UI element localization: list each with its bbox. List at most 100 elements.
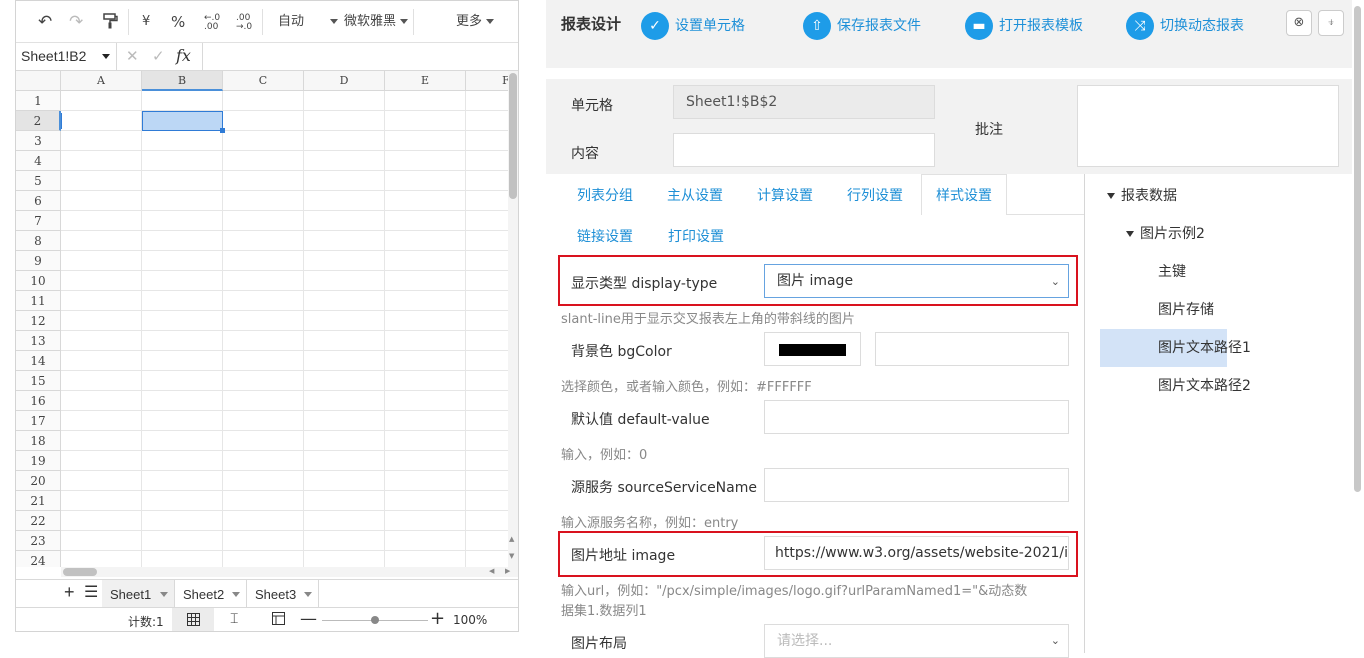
normal-view-button[interactable] <box>172 608 214 631</box>
row-header-20[interactable]: 20 <box>16 471 61 491</box>
row-header-16[interactable]: 16 <box>16 391 61 411</box>
vertical-scrollbar[interactable]: ▲ ▼ <box>508 71 518 567</box>
sheet-tab-sheet3[interactable]: Sheet3 <box>247 580 319 607</box>
default-value-field[interactable] <box>764 400 1069 434</box>
format-painter-icon[interactable] <box>102 13 118 31</box>
row-header-11[interactable]: 11 <box>16 291 61 311</box>
pin-icon[interactable]: ⍖ <box>1318 10 1344 36</box>
content-field[interactable] <box>673 133 935 167</box>
tab-calculation[interactable]: 计算设置 <box>757 175 813 215</box>
scroll-up-icon[interactable]: ▲ <box>509 535 514 543</box>
tree-node-dataset[interactable]: 图片示例2 <box>1126 215 1205 253</box>
comment-field[interactable] <box>1077 85 1339 167</box>
zoom-in-icon[interactable]: + <box>430 608 445 629</box>
page-break-view-icon[interactable]: ⌶ <box>230 611 238 627</box>
tab-row-column[interactable]: 行列设置 <box>847 175 903 215</box>
sheet-tab-sheet2[interactable]: Sheet2 <box>175 580 247 607</box>
column-header-a[interactable]: A <box>61 71 142 91</box>
row-header-4[interactable]: 4 <box>16 151 61 171</box>
tree-leaf[interactable]: 图片文本路径2 <box>1100 367 1251 405</box>
confirm-formula-icon[interactable]: ✓ <box>152 47 165 65</box>
chevron-down-icon[interactable] <box>232 592 240 597</box>
column-header-c[interactable]: C <box>223 71 304 91</box>
tree-leaf[interactable]: 图片文本路径1 <box>1100 329 1251 367</box>
name-box[interactable]: Sheet1!B2 <box>16 43 117 70</box>
zoom-out-icon[interactable]: — <box>300 609 317 629</box>
horizontal-scroll-thumb[interactable] <box>63 568 97 576</box>
column-header-f[interactable]: F <box>466 71 508 91</box>
row-header-7[interactable]: 7 <box>16 211 61 231</box>
tab-master-detail[interactable]: 主从设置 <box>667 175 723 215</box>
row-header-10[interactable]: 10 <box>16 271 61 291</box>
horizontal-scrollbar[interactable]: ◀ ▶ <box>61 567 518 577</box>
row-header-19[interactable]: 19 <box>16 451 61 471</box>
bgcolor-text-field[interactable] <box>875 332 1069 366</box>
zoom-slider-thumb[interactable] <box>371 616 379 624</box>
tree-node-root[interactable]: 报表数据 <box>1107 177 1177 215</box>
row-header-13[interactable]: 13 <box>16 331 61 351</box>
row-header-12[interactable]: 12 <box>16 311 61 331</box>
row-header-5[interactable]: 5 <box>16 171 61 191</box>
row-header-3[interactable]: 3 <box>16 131 61 151</box>
image-url-field[interactable]: https://www.w3.org/assets/website-2021/i <box>764 536 1069 570</box>
row-header-17[interactable]: 17 <box>16 411 61 431</box>
chevron-down-icon[interactable] <box>304 592 312 597</box>
tab-style[interactable]: 样式设置 <box>921 174 1007 215</box>
scroll-right-icon[interactable]: ▶ <box>505 567 510 575</box>
scroll-down-icon[interactable]: ▼ <box>509 552 514 560</box>
row-header-1[interactable]: 1 <box>16 91 61 111</box>
row-header-22[interactable]: 22 <box>16 511 61 531</box>
decrease-decimal-button[interactable]: .00 →.0 <box>236 14 252 32</box>
sheet-list-icon[interactable]: ☰ <box>84 582 98 602</box>
row-header-23[interactable]: 23 <box>16 531 61 551</box>
tree-leaf[interactable]: 图片存储 <box>1100 291 1227 329</box>
close-circle-icon[interactable]: ⊗ <box>1286 10 1312 36</box>
switch-dynamic-button[interactable]: ⤨ 切换动态报表 <box>1126 11 1244 41</box>
source-service-field[interactable] <box>764 468 1069 502</box>
display-type-select[interactable]: 图片 image ⌄ <box>764 264 1069 298</box>
tab-list-group[interactable]: 列表分组 <box>577 175 633 215</box>
number-format-select[interactable]: 自动 <box>278 13 339 31</box>
page-layout-view-icon[interactable] <box>272 612 285 628</box>
scroll-left-icon[interactable]: ◀ <box>489 567 494 575</box>
open-template-button[interactable]: ▬ 打开报表模板 <box>965 11 1083 41</box>
row-header-8[interactable]: 8 <box>16 231 61 251</box>
column-header-d[interactable]: D <box>304 71 385 91</box>
row-header-6[interactable]: 6 <box>16 191 61 211</box>
selected-cell[interactable] <box>142 111 223 131</box>
font-name-select[interactable]: 微软雅黑 <box>344 13 409 31</box>
fill-handle[interactable] <box>220 128 225 133</box>
undo-icon[interactable]: ↶ <box>38 13 52 31</box>
row-header-21[interactable]: 21 <box>16 491 61 511</box>
sheet-tab-sheet1[interactable]: Sheet1 <box>102 580 175 607</box>
more-button[interactable]: 更多 <box>456 13 495 31</box>
designer-scrollbar[interactable] <box>1352 0 1364 653</box>
cell-grid[interactable]: ABCDEF1234567891011121314151617181920212… <box>16 71 508 567</box>
row-header-18[interactable]: 18 <box>16 431 61 451</box>
vertical-scroll-thumb[interactable] <box>509 73 517 199</box>
cancel-formula-icon[interactable]: ✕ <box>126 47 139 65</box>
row-header-24[interactable]: 24 <box>16 551 61 567</box>
tab-print[interactable]: 打印设置 <box>668 216 724 256</box>
add-sheet-icon[interactable]: + <box>64 582 75 603</box>
save-report-button[interactable]: ⇧ 保存报表文件 <box>803 11 921 41</box>
column-header-b[interactable]: B <box>142 71 223 91</box>
currency-button[interactable]: ¥ <box>142 13 150 31</box>
row-header-15[interactable]: 15 <box>16 371 61 391</box>
percent-button[interactable]: % <box>171 13 185 31</box>
increase-decimal-button[interactable]: ←.0.00 <box>204 14 220 32</box>
fx-icon[interactable]: fx <box>176 46 191 65</box>
row-header-9[interactable]: 9 <box>16 251 61 271</box>
set-cell-button[interactable]: ✓ 设置单元格 <box>641 11 745 41</box>
tab-link[interactable]: 链接设置 <box>577 216 633 256</box>
row-header-14[interactable]: 14 <box>16 351 61 371</box>
redo-icon[interactable]: ↷ <box>69 13 83 31</box>
column-header-e[interactable]: E <box>385 71 466 91</box>
zoom-slider[interactable] <box>322 616 428 624</box>
designer-scroll-thumb[interactable] <box>1354 6 1361 492</box>
grid-corner[interactable] <box>16 71 61 91</box>
row-header-2[interactable]: 2 <box>16 111 61 131</box>
bgcolor-picker[interactable] <box>764 332 861 366</box>
chevron-down-icon[interactable] <box>160 592 168 597</box>
tree-leaf[interactable]: 主键 <box>1100 253 1227 291</box>
